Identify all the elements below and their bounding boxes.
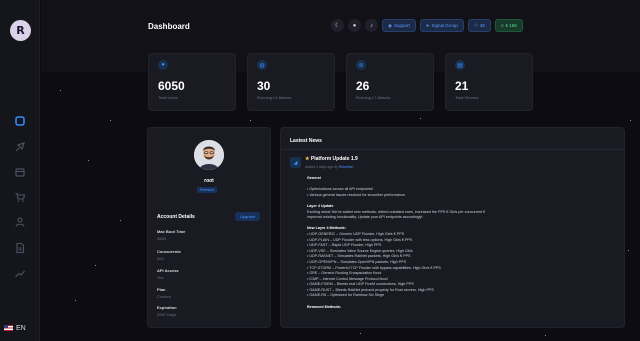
dashboard-icon[interactable] <box>14 115 26 127</box>
detail-plan: Plan Custom <box>157 287 171 299</box>
stat-label: Running L4 Attacks <box>257 95 292 100</box>
stat-value: 30 <box>257 79 271 93</box>
stat-card-servers: ▤ 21 Total Servers <box>445 53 533 111</box>
wallet-icon: ≡ <box>500 23 504 28</box>
profile-button[interactable]: ● <box>348 19 361 32</box>
avatar <box>194 140 224 170</box>
server-icon: ▤ <box>455 60 465 70</box>
stat-value: 26 <box>356 79 370 93</box>
users-icon: ⚇ <box>473 22 478 28</box>
us-flag-icon <box>4 325 13 331</box>
stat-card-l7-attacks: ≋ 26 Running L7 Attacks <box>346 53 434 111</box>
globe-icon: ◍ <box>257 60 267 70</box>
headset-icon: ◉ <box>388 22 392 28</box>
document-icon[interactable] <box>14 242 26 254</box>
detail-value: 2957 Days <box>157 312 177 317</box>
detail-label: Plan <box>157 287 166 292</box>
news-line: Removed Methods: <box>307 304 342 309</box>
detail-label: Concurrents <box>157 249 181 254</box>
megaphone-icon: ◢ <box>290 157 301 168</box>
header-toolbar: ☾ ● ♪ ◉ Support ➤ Signal Group ⚇ 36 ≡ € … <box>331 19 523 32</box>
news-item-title-text: Platform Update 1.9 <box>310 156 358 162</box>
wifi-icon: ≋ <box>356 60 366 70</box>
send-icon: ➤ <box>425 22 430 28</box>
rocket-icon[interactable] <box>14 141 26 153</box>
news-item-author[interactable]: Rebellion <box>339 165 354 169</box>
upgrade-button[interactable]: Upgrade <box>235 212 261 221</box>
page-title: Dashboard <box>148 22 190 31</box>
brand-logo[interactable]: R <box>10 20 31 41</box>
detail-label: API Access <box>157 268 179 273</box>
theme-toggle-button[interactable]: ☾ <box>331 19 344 32</box>
account-details-title: Account Details <box>157 214 195 220</box>
bell-icon: ♪ <box>370 22 373 29</box>
news-item-title: ★ Platform Update 1.9 <box>305 156 358 162</box>
news-card: Lastest News ◢ ★ Platform Update 1.9 Add… <box>280 127 625 328</box>
users-count: 36 <box>479 23 485 28</box>
stat-value: 6050 <box>158 79 185 93</box>
top-header: Dashboard <box>41 0 640 72</box>
signal-group-label: Signal Group <box>431 23 458 28</box>
stat-value: 21 <box>455 79 469 93</box>
support-label: Support <box>393 23 410 28</box>
news-item-meta-prefix: Added 4 days ago by <box>305 165 338 169</box>
stat-card-l4-attacks: ◍ 30 Running L4 Attacks <box>247 53 335 111</box>
detail-value: Yes <box>157 275 164 280</box>
stat-label: Total Users <box>158 95 179 100</box>
detail-value: 500 <box>157 256 164 261</box>
detail-concurrents: Concurrents 500 <box>157 249 181 261</box>
balance-button[interactable]: ≡ € 168 <box>494 19 523 32</box>
detail-api-access: API Access Yes <box>157 268 179 280</box>
sidebar: R EN <box>0 0 40 341</box>
users-count-button[interactable]: ⚇ 36 <box>467 19 491 32</box>
username: root <box>204 178 214 184</box>
user-icon: ● <box>158 60 168 70</box>
detail-value: Custom <box>157 294 171 299</box>
user-icon[interactable] <box>14 216 26 228</box>
user-icon: ● <box>352 22 357 29</box>
stat-card-users: ● 6050 Total Users <box>148 53 236 111</box>
news-title: Lastest News <box>290 138 322 144</box>
detail-value: 3600 <box>157 236 166 241</box>
balance-value: € 168 <box>505 23 517 28</box>
stat-label: Total Servers <box>455 95 479 100</box>
detail-max-boot-time: Max Boot Time 3600 <box>157 229 185 241</box>
support-button[interactable]: ◉ Support <box>382 19 416 32</box>
stat-label: Running L7 Attacks <box>356 95 391 100</box>
profile-card: root Premium Account Details Upgrade Max… <box>147 127 271 328</box>
detail-expiration: Expiration 2957 Days <box>157 305 177 317</box>
chart-icon[interactable] <box>14 267 26 279</box>
news-item-meta: Added 4 days ago by Rebellion <box>305 165 353 169</box>
calendar-icon[interactable] <box>14 166 26 178</box>
cart-icon[interactable] <box>14 191 26 203</box>
detail-label: Expiration <box>157 305 177 310</box>
news-body: General • Optimizations across all API en… <box>307 176 619 310</box>
star-icon: ★ <box>305 156 310 162</box>
signal-group-button[interactable]: ➤ Signal Group <box>419 19 464 32</box>
divider <box>281 149 624 150</box>
detail-label: Max Boot Time <box>157 229 186 234</box>
notifications-button[interactable]: ♪ <box>365 19 378 32</box>
role-badge: Premium <box>197 187 218 193</box>
language-selector[interactable]: EN <box>4 320 36 336</box>
language-code: EN <box>16 324 26 332</box>
moon-icon: ☾ <box>334 23 341 29</box>
